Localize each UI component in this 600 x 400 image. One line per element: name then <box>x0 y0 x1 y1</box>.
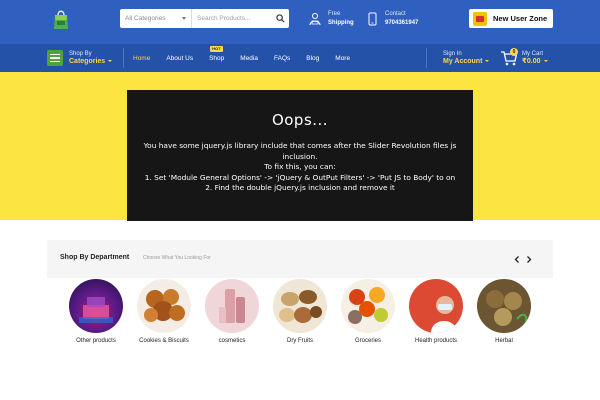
category-image-health-products <box>409 279 463 333</box>
error-line: inclusion. <box>282 151 318 161</box>
category-label: Dry Fruits <box>287 338 313 344</box>
cart-total: ₹0.00 <box>522 58 548 66</box>
main-nav: Shop By Categories Home About Us HOT Shop… <box>0 44 600 72</box>
category-select[interactable]: All Categories <box>120 9 192 28</box>
nav-menu: Home About Us HOT Shop Media FAQs Blog Mo… <box>133 44 366 72</box>
search-button[interactable] <box>271 9 289 28</box>
nav-home[interactable]: Home <box>133 55 150 62</box>
category-item[interactable]: Cookies & Biscuits <box>129 279 199 344</box>
nav-about-us[interactable]: About Us <box>166 55 193 62</box>
my-cart-label: My Cart <box>522 51 543 57</box>
category-item[interactable]: Herbal <box>469 279 539 344</box>
nav-shop[interactable]: HOT Shop <box>209 45 225 62</box>
nav-more[interactable]: More <box>335 55 350 62</box>
chevron-down-icon <box>485 60 490 63</box>
contact-phone[interactable]: 9704361947 <box>385 19 418 28</box>
chevron-down-icon <box>182 17 186 20</box>
shop-by-categories-button[interactable]: Shop By Categories <box>47 50 113 66</box>
category-label: Other products <box>76 338 116 344</box>
search-input[interactable] <box>192 9 268 28</box>
category-label: Health products <box>414 338 458 344</box>
category-item[interactable]: Other products <box>61 279 131 344</box>
section-title: Shop By Department <box>60 254 130 261</box>
menu-icon <box>47 50 63 66</box>
prev-arrow-button[interactable] <box>512 254 522 264</box>
contact-info: Contact 9704361947 <box>366 10 418 28</box>
categories-label: Categories <box>69 58 113 66</box>
shop-by-label: Shop By <box>69 51 92 57</box>
chevron-right-icon <box>527 255 532 263</box>
category-image-dry-fruits <box>273 279 327 333</box>
free-shipping-info: Free Shipping <box>308 10 354 28</box>
category-image-groceries <box>341 279 395 333</box>
top-header: All Categories Free Shipping Contact <box>0 0 600 44</box>
phone-icon <box>368 12 377 26</box>
category-select-value: All Categories <box>125 15 166 22</box>
search-bar: All Categories <box>120 9 289 28</box>
category-item[interactable]: cosmetics <box>197 279 267 344</box>
category-label: Herbal <box>495 338 513 344</box>
category-image-cookies-biscuits <box>137 279 191 333</box>
my-account-button[interactable]: Sign In My Account <box>443 50 490 66</box>
search-icon <box>275 14 285 23</box>
sign-in-label: Sign In <box>443 51 462 57</box>
error-line: You have some jquery.js library include … <box>143 141 457 150</box>
nav-divider <box>426 48 427 68</box>
nav-divider <box>123 48 124 68</box>
contact-line1: Contact <box>385 11 406 17</box>
category-label: Cookies & Biscuits <box>139 338 189 344</box>
new-user-zone-button[interactable]: New User Zone <box>469 9 553 28</box>
nav-media[interactable]: Media <box>240 55 258 62</box>
category-item[interactable]: Dry Fruits <box>265 279 335 344</box>
section-subtitle: Choose What You Looking For <box>143 255 211 261</box>
cart-count-badge: 0 <box>510 48 518 56</box>
category-image-cosmetics <box>205 279 259 333</box>
category-image-other-products <box>69 279 123 333</box>
category-image-herbal <box>477 279 531 333</box>
shop-by-department-section: Shop By Department Choose What You Looki… <box>47 240 553 360</box>
next-arrow-button[interactable] <box>524 254 534 264</box>
hot-badge: HOT <box>210 45 223 52</box>
error-line: 2. Find the double jQuery.js inclusion a… <box>205 183 395 193</box>
category-label: Groceries <box>354 338 381 344</box>
error-message: You have some jquery.js library include … <box>127 141 473 194</box>
shopping-bag-logo-icon[interactable] <box>52 8 70 30</box>
error-line: To fix this, you can: <box>264 162 336 172</box>
error-title: Oops... <box>271 111 329 129</box>
category-item[interactable]: Groceries <box>333 279 403 344</box>
category-item[interactable]: Health products <box>401 279 471 344</box>
cart-button[interactable]: 0 My Cart ₹0.00 <box>500 48 548 67</box>
chevron-left-icon <box>514 255 519 263</box>
chevron-down-icon <box>543 60 548 63</box>
shipping-line2: Shipping <box>328 20 354 26</box>
slider-error-box: Oops... You have some jquery.js library … <box>127 90 473 221</box>
category-label: cosmetics <box>218 338 246 344</box>
chevron-down-icon <box>108 60 113 63</box>
my-account-label: My Account <box>443 58 490 66</box>
shipping-line1: Free <box>328 11 341 17</box>
error-line: 1. Set 'Module General Options' -> 'jQue… <box>144 172 456 182</box>
new-user-zone-label: New User Zone <box>493 14 548 23</box>
nav-faqs[interactable]: FAQs <box>274 55 290 62</box>
nav-shop-label: Shop <box>209 54 225 62</box>
delivery-icon <box>309 13 321 26</box>
gift-icon <box>473 11 487 26</box>
nav-blog[interactable]: Blog <box>306 55 319 62</box>
